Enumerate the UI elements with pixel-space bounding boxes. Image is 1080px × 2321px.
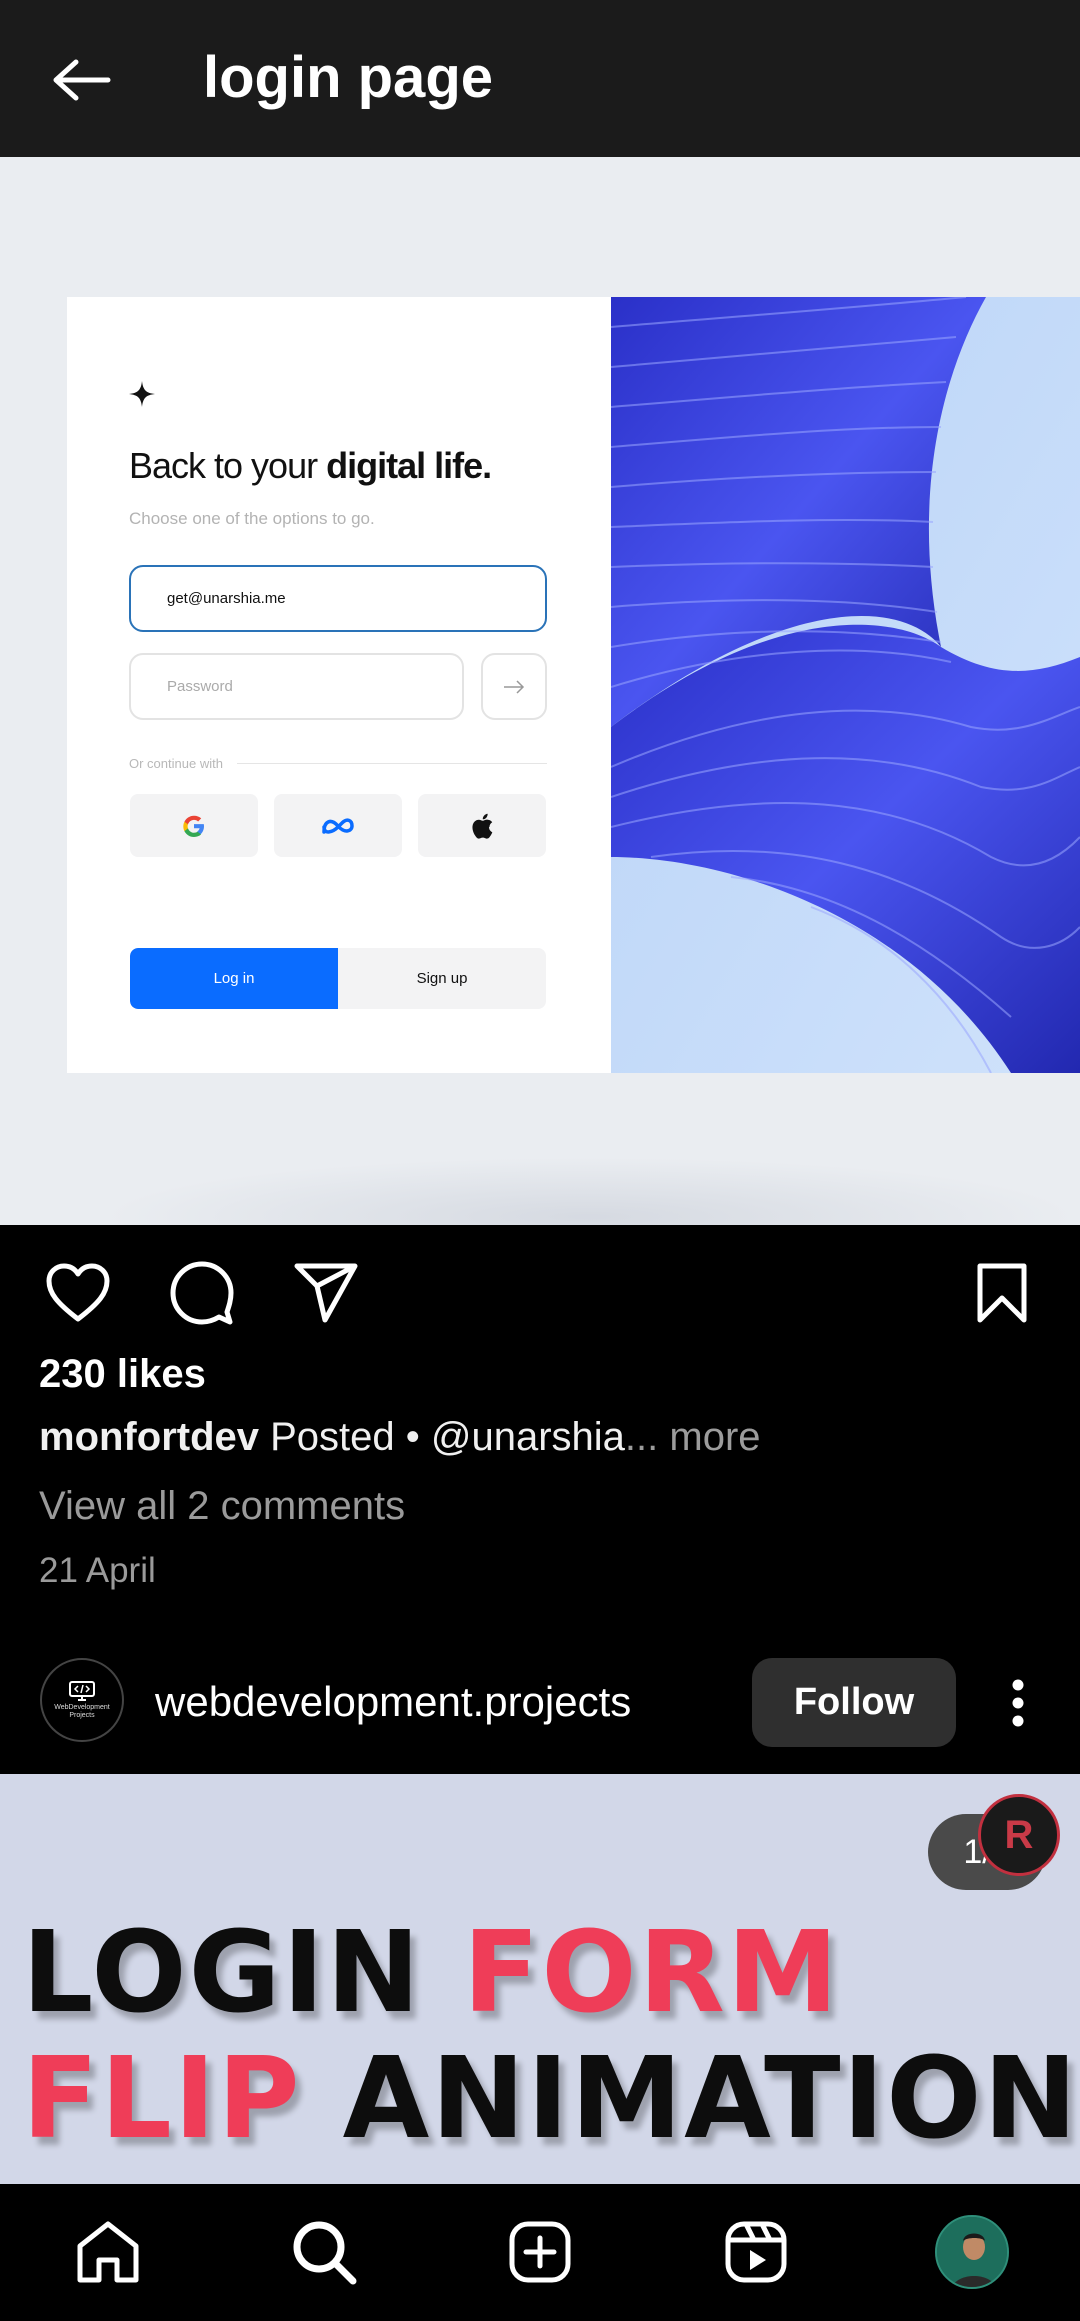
save-button[interactable]	[964, 1255, 1040, 1331]
mockup-email-field: get@unarshia.me	[129, 565, 547, 632]
mockup-divider: Or continue with	[129, 753, 547, 773]
mockup-google-button	[130, 794, 258, 857]
account-username[interactable]: webdevelopment.projects	[155, 1678, 631, 1726]
ribbon-artwork	[611, 297, 1080, 1073]
badge-letter: R	[1004, 1812, 1034, 1857]
mockup-tabbar: Log in Sign up	[130, 948, 546, 1009]
heart-icon	[46, 1263, 110, 1322]
nav-reels[interactable]	[716, 2212, 796, 2292]
caption-more-link[interactable]: ... more	[625, 1415, 761, 1459]
account-avatar[interactable]: WebDevelopment Projects	[40, 1658, 124, 1742]
back-button[interactable]	[40, 44, 120, 116]
divider-line	[236, 762, 547, 764]
apple-icon	[472, 813, 493, 839]
profile-avatar	[935, 2215, 1009, 2289]
bookmark-icon	[977, 1263, 1027, 1323]
caption-text: Posted • @unarshia	[259, 1415, 625, 1459]
share-button[interactable]	[288, 1255, 364, 1331]
google-icon	[183, 815, 204, 837]
mockup-apple-button	[418, 794, 546, 857]
arrow-right-icon	[504, 679, 525, 694]
mockup-login-tab: Log in	[130, 948, 338, 1009]
mockup-meta-button	[274, 794, 402, 857]
mockup-heading: Back to your digital life.	[129, 445, 492, 486]
like-button[interactable]	[40, 1255, 116, 1331]
view-comments-link[interactable]: View all 2 comments	[39, 1484, 405, 1529]
next-post-header: WebDevelopment Projects webdevelopment.p…	[0, 1640, 1080, 1774]
likes-count[interactable]: 230 likes	[39, 1352, 206, 1397]
more-options-button[interactable]	[1000, 1670, 1036, 1736]
top-bar: login page	[0, 0, 1080, 157]
mockup-subtitle: Choose one of the options to go.	[129, 509, 375, 528]
nav-home[interactable]	[68, 2212, 148, 2292]
comment-icon	[170, 1261, 234, 1325]
comment-button[interactable]	[164, 1255, 240, 1331]
follow-button[interactable]: Follow	[752, 1658, 956, 1747]
headline-line-1: LOGIN FORM	[22, 1908, 841, 2038]
profile-avatar-image	[937, 2217, 1007, 2287]
monitor-code-icon	[69, 1680, 95, 1701]
next-post-image[interactable]: 1/9 R LOGIN FORM FLIP ANIMATION	[0, 1774, 1080, 2184]
bottom-navigation	[0, 2184, 1080, 2321]
caption-username[interactable]: monfortdev	[39, 1415, 259, 1459]
mockup-arrow-button	[481, 653, 547, 720]
mockup-signup-tab: Sign up	[416, 970, 468, 987]
card-shadow	[100, 1157, 1080, 1225]
create-icon	[509, 2221, 571, 2283]
post-caption[interactable]: monfortdev Posted • @unarshia... more	[39, 1415, 761, 1460]
post-actions	[0, 1225, 1080, 1355]
meta-icon	[322, 817, 354, 834]
home-icon	[77, 2221, 139, 2283]
nav-profile[interactable]	[932, 2212, 1012, 2292]
abstract-3d-art	[611, 297, 1080, 1073]
sparkle-icon	[129, 381, 155, 407]
mockup-password-field: Password	[129, 653, 464, 720]
divider-label: Or continue with	[129, 755, 223, 771]
share-icon	[294, 1263, 358, 1323]
nav-search[interactable]	[284, 2212, 364, 2292]
headline-line-2: FLIP ANIMATION	[22, 2034, 1080, 2164]
nav-create[interactable]	[500, 2212, 580, 2292]
more-vertical-icon	[1012, 1679, 1024, 1727]
post-date: 21 April	[39, 1551, 156, 1590]
avatar-label: WebDevelopment Projects	[54, 1703, 110, 1719]
search-icon	[293, 2221, 357, 2285]
post-image[interactable]: Back to your digital life. Choose one of…	[0, 157, 1080, 1225]
reels-icon	[725, 2221, 787, 2283]
page-title: login page	[203, 45, 493, 110]
floating-r-badge[interactable]: R	[978, 1794, 1060, 1876]
login-card-mockup: Back to your digital life. Choose one of…	[67, 297, 611, 1073]
arrow-left-icon	[53, 59, 111, 101]
